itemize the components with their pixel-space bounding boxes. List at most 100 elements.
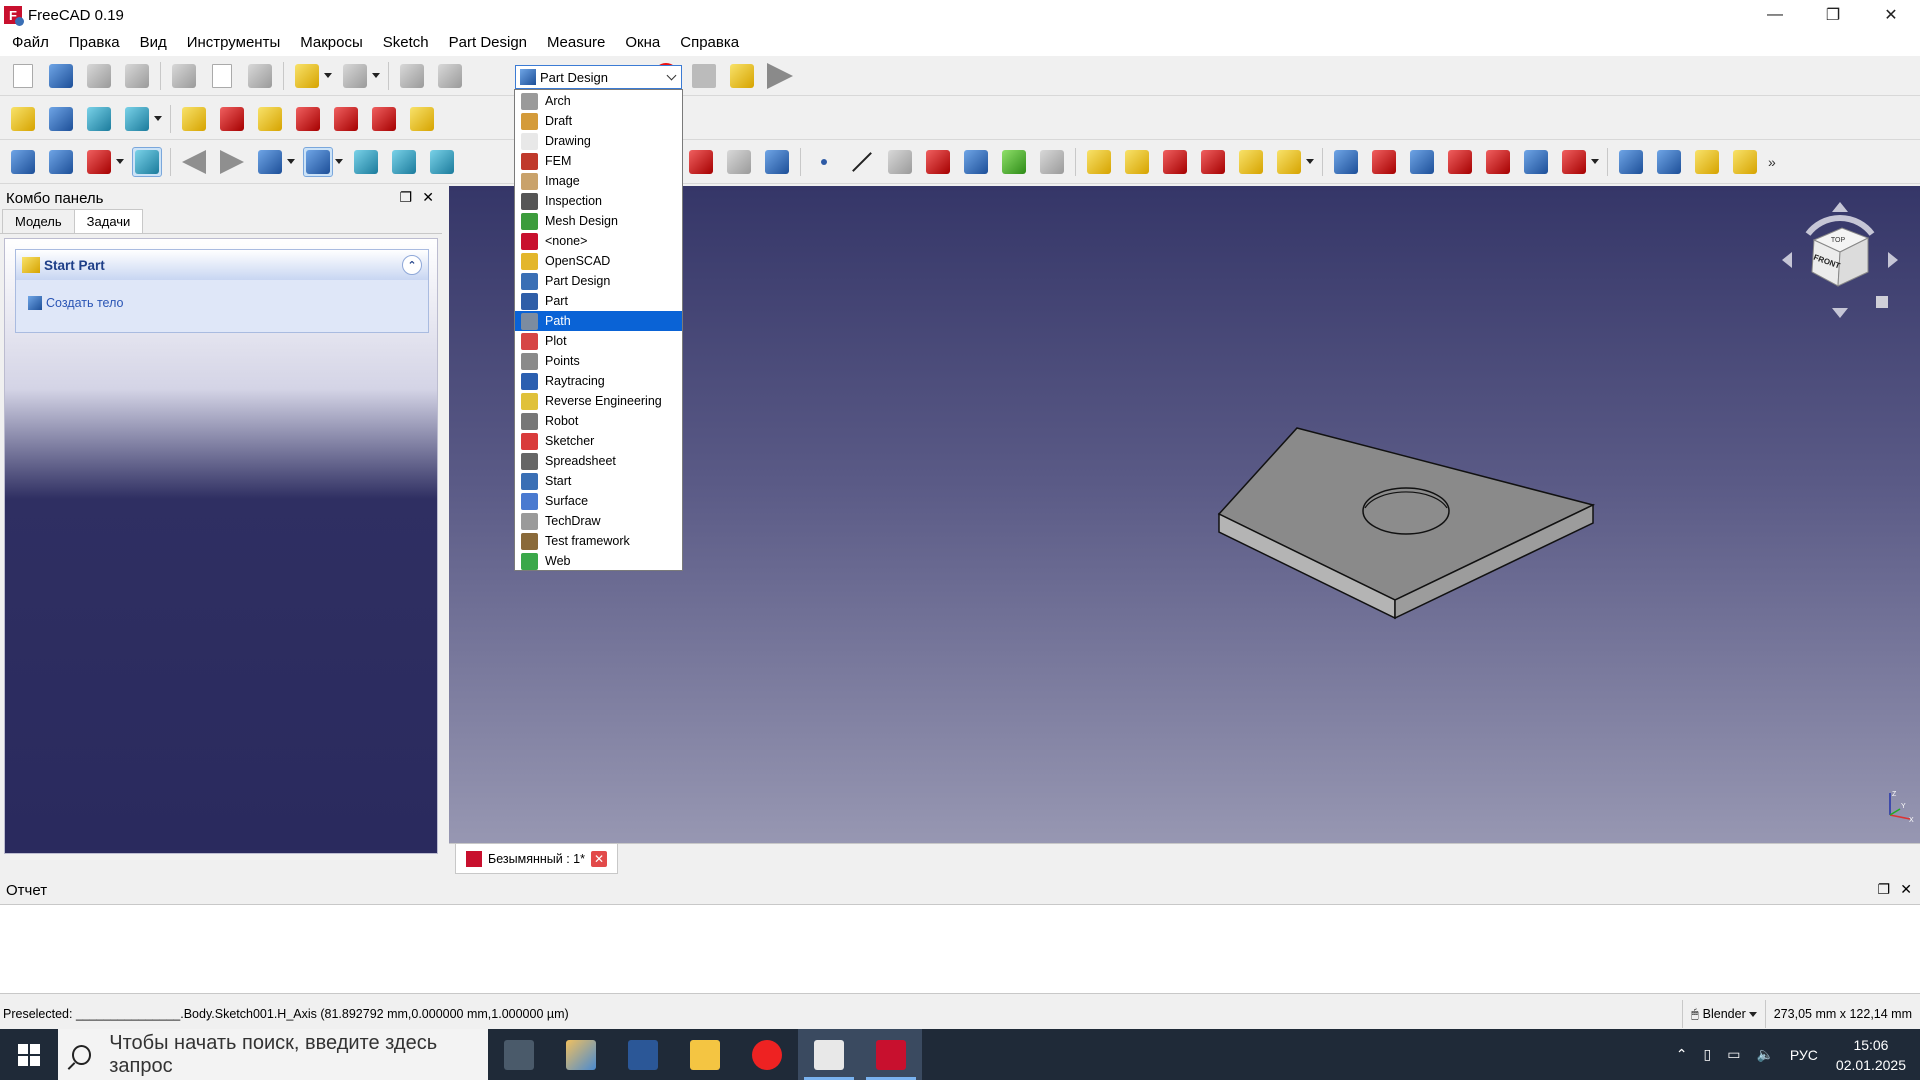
workbench-option[interactable]: Part [515,291,682,311]
additive-pipe-button[interactable] [1198,147,1228,177]
shape-binder-button[interactable] [961,147,991,177]
workbench-option[interactable]: Web [515,551,682,571]
additive-primitive-button[interactable] [1274,147,1304,177]
workbench-option[interactable]: Path [515,311,682,331]
clock[interactable]: 15:06 02.01.2025 [1836,1035,1906,1075]
redo-button[interactable] [340,61,370,91]
pad-button[interactable] [1084,147,1114,177]
top-view-button[interactable] [427,147,457,177]
undock-icon[interactable]: ❐ [399,189,412,206]
mirrored-button[interactable] [1616,147,1646,177]
bounding-box-button[interactable] [132,146,162,177]
redo-dropdown-icon[interactable] [372,73,380,78]
workbench-option[interactable]: OpenSCAD [515,251,682,271]
measure-linear-button[interactable] [179,104,209,134]
chevron-up-icon[interactable]: ⌃ [1676,1046,1688,1063]
taskbar-paint[interactable] [550,1029,612,1080]
isometric-view-button[interactable] [351,147,381,177]
nav-arrow-down-icon[interactable] [1832,308,1848,318]
workbench-option[interactable]: Plot [515,331,682,351]
close-icon[interactable]: ✕ [1900,881,1912,898]
save-button[interactable] [84,61,114,91]
create-part-button[interactable] [8,104,38,134]
groove-button[interactable] [1407,147,1437,177]
workbench-option[interactable]: Spreadsheet [515,451,682,471]
subtractive-pipe-button[interactable] [1483,147,1513,177]
std-views-button[interactable] [303,146,333,177]
workbench-selector[interactable]: Part Design [515,65,682,89]
workbench-option[interactable]: Robot [515,411,682,431]
network-icon[interactable]: ▭ [1727,1046,1740,1063]
additive-loft-button[interactable] [1160,147,1190,177]
undo-dropdown-icon[interactable] [324,73,332,78]
tab-tasks[interactable]: Задачи [73,209,144,233]
subtractive-helix-button[interactable] [1521,147,1551,177]
subshape-binder-button[interactable] [999,147,1029,177]
workbench-option[interactable]: Mesh Design [515,211,682,231]
datum-plane-button[interactable] [885,147,915,177]
measure-clear-button[interactable] [293,104,323,134]
fit-all-button[interactable] [8,147,38,177]
close-document-icon[interactable]: ✕ [590,850,607,867]
datum-line-button[interactable] [847,147,877,177]
taskbar-word[interactable] [612,1029,674,1080]
subtractive-loft-button[interactable] [1445,147,1475,177]
taskbar-media-app[interactable] [798,1029,860,1080]
close-icon[interactable]: ✕ [422,189,434,206]
undock-icon[interactable]: ❐ [1877,881,1890,898]
map-sketch-button[interactable] [762,147,792,177]
nav-arrow-up-icon[interactable] [1832,202,1848,212]
workbench-option[interactable]: Surface [515,491,682,511]
close-button[interactable]: ✕ [1862,0,1920,30]
collapse-icon[interactable]: ⌃ [402,255,422,275]
revolution-button[interactable] [1122,147,1152,177]
workbench-option[interactable]: Reverse Engineering [515,391,682,411]
paste-button[interactable] [245,61,275,91]
workbench-option[interactable]: Sketcher [515,431,682,451]
measure-refresh-button[interactable] [255,104,285,134]
workbench-option[interactable]: Raytracing [515,371,682,391]
std-views-dropdown-icon[interactable] [335,159,343,164]
copy-button[interactable] [207,61,237,91]
minimize-button[interactable]: — [1746,0,1804,30]
report-output[interactable] [0,904,1920,994]
menu-macros[interactable]: Макросы [290,30,373,56]
tab-model[interactable]: Модель [2,209,75,233]
draw-style-dropdown-icon[interactable] [116,159,124,164]
edit-macro-button[interactable] [727,61,757,91]
draw-style-button[interactable] [84,147,114,177]
menu-file[interactable]: Файл [2,30,59,56]
start-button[interactable] [0,1029,58,1080]
additive-dropdown-icon[interactable] [1306,159,1314,164]
run-macro-button[interactable] [765,61,795,91]
menu-measure[interactable]: Measure [537,30,615,56]
sync-view-dropdown-icon[interactable] [287,159,295,164]
multi-transform-button[interactable] [1730,147,1760,177]
workbench-option[interactable]: FEM [515,151,682,171]
sync-view-button[interactable] [255,147,285,177]
navigation-cube[interactable]: TOP FRONT [1780,200,1900,320]
link-dropdown-icon[interactable] [154,116,162,121]
datum-point-button[interactable] [809,147,839,177]
workbench-option[interactable]: Drawing [515,131,682,151]
polar-pattern-button[interactable] [1692,147,1722,177]
stop-macro-button[interactable] [689,61,719,91]
back-view-button[interactable] [179,147,209,177]
volume-icon[interactable]: 🔈 [1756,1046,1773,1063]
create-body-link[interactable]: Создать тело [16,280,428,310]
workbench-option[interactable]: Points [515,351,682,371]
link-actions-button[interactable] [122,104,152,134]
clone-button[interactable] [1037,147,1067,177]
menu-help[interactable]: Справка [670,30,749,56]
workbench-option[interactable]: TechDraw [515,511,682,531]
create-link-button[interactable] [84,104,114,134]
taskbar-search[interactable]: Чтобы начать поиск, введите здесь запрос [58,1029,488,1080]
additive-helix-button[interactable] [1236,147,1266,177]
measure-angular-button[interactable] [217,104,247,134]
toolbar-overflow-icon[interactable]: » [1768,154,1776,170]
workbench-option[interactable]: Part Design [515,271,682,291]
workbench-option[interactable]: Inspection [515,191,682,211]
cut-button[interactable] [169,61,199,91]
workbench-option[interactable]: Arch [515,91,682,111]
restore-button[interactable]: ❐ [1804,0,1862,30]
